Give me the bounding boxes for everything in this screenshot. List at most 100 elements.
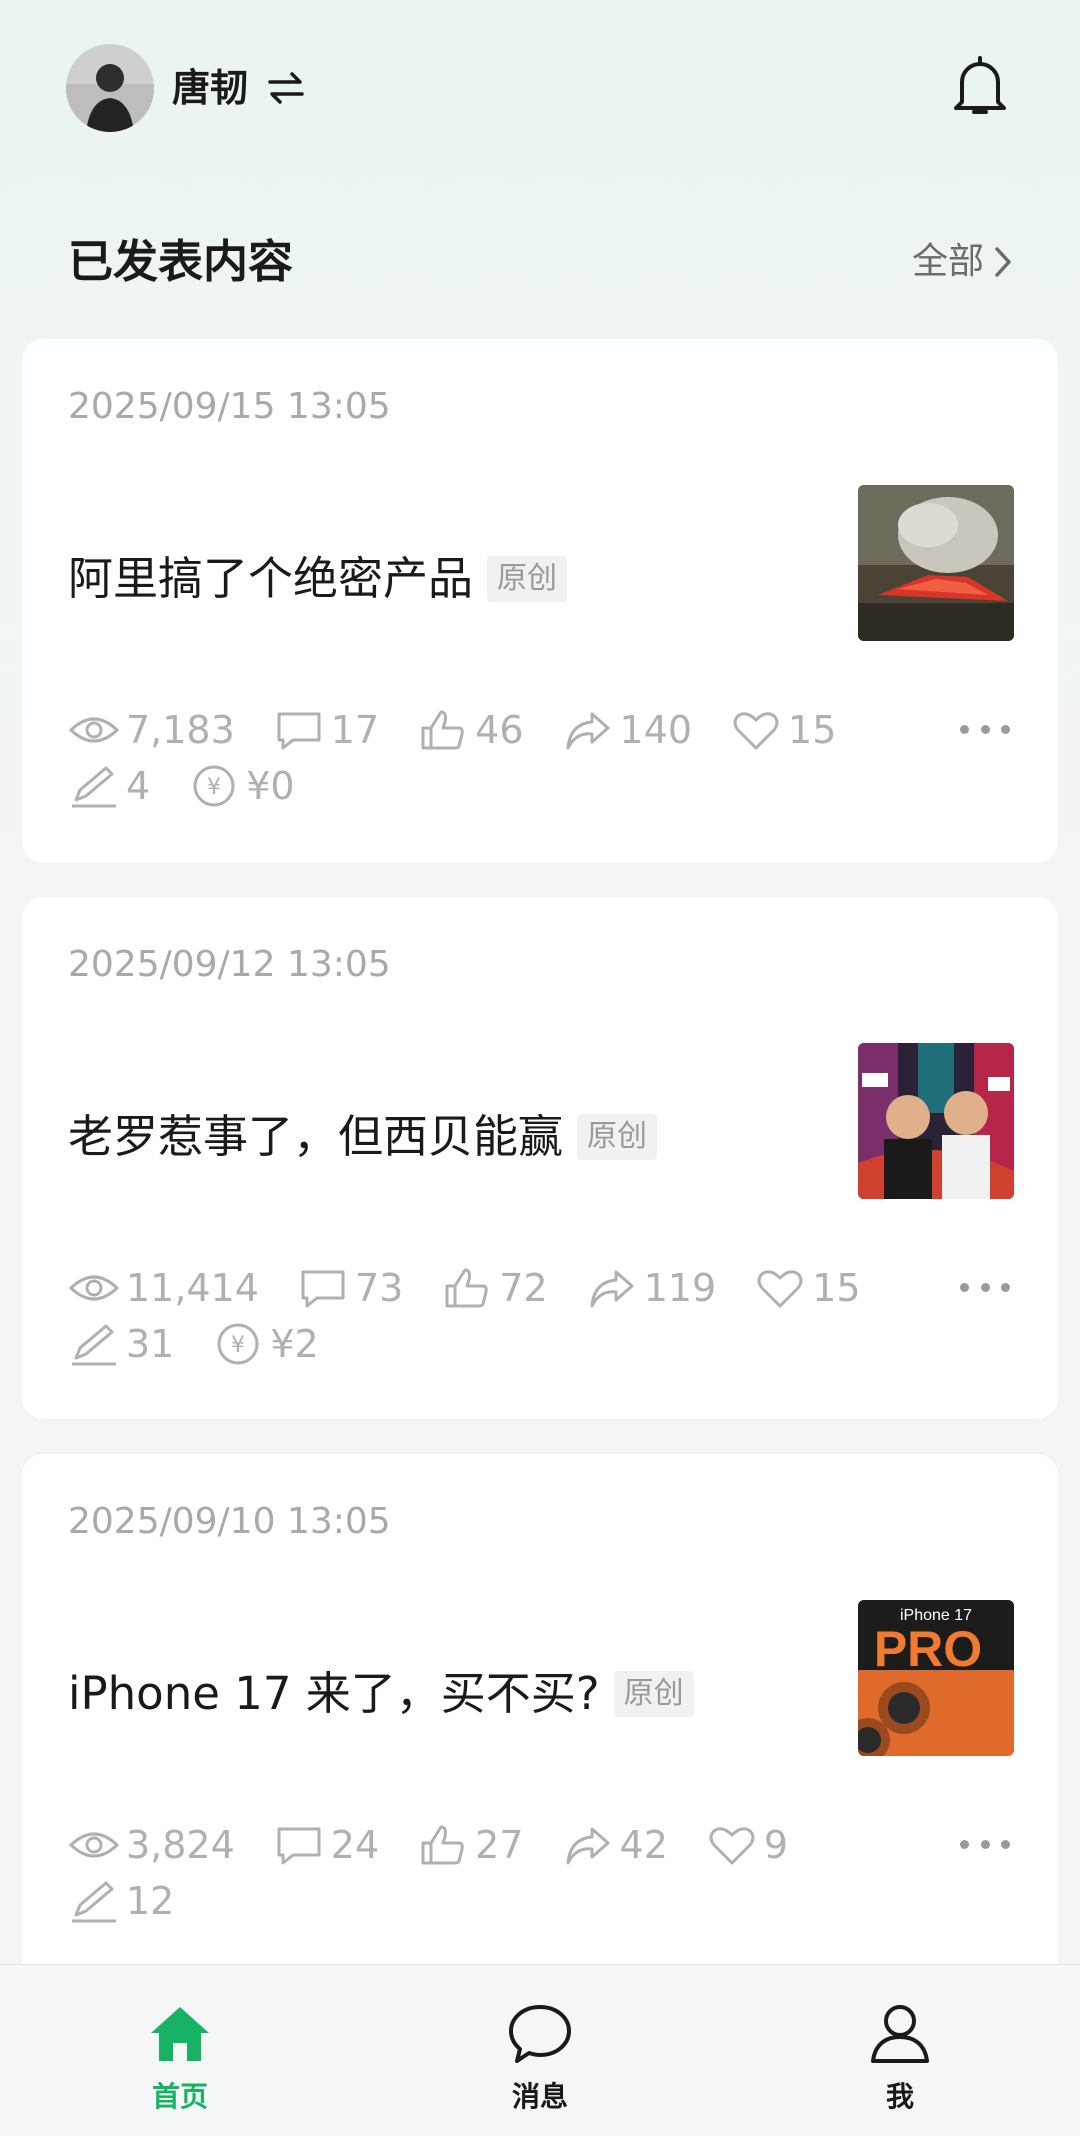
tab-me[interactable]: 我 bbox=[820, 1965, 980, 2136]
bell-icon[interactable] bbox=[952, 54, 1008, 118]
shares-stat: 119 bbox=[586, 1263, 717, 1313]
edits-count: 12 bbox=[126, 1879, 175, 1923]
likes-stat: 27 bbox=[417, 1820, 524, 1870]
thumbs-up-icon bbox=[445, 1268, 489, 1308]
post-date: 2025/09/12 13:05 bbox=[68, 944, 391, 985]
views-stat: 3,824 bbox=[68, 1820, 235, 1870]
edits-stat: 12 bbox=[68, 1876, 174, 1926]
section-title: 已发表内容 bbox=[68, 235, 294, 288]
views-count: 7,183 bbox=[126, 708, 235, 752]
edits-count: 4 bbox=[126, 764, 151, 808]
heart-icon bbox=[733, 712, 779, 750]
comment-icon bbox=[277, 1827, 321, 1865]
share-arrow-icon bbox=[590, 1270, 634, 1308]
tab-home-label: 首页 bbox=[151, 2080, 208, 2113]
likes-stat: 46 bbox=[417, 705, 524, 755]
post-card[interactable]: 2025/09/15 13:05 阿里搞了个绝密产品 原创 7,183 17 4… bbox=[22, 339, 1058, 863]
post-date: 2025/09/15 13:05 bbox=[68, 386, 391, 427]
shares-count: 42 bbox=[619, 1823, 668, 1867]
thumb-text-big: PRO bbox=[874, 1621, 982, 1677]
heart-icon bbox=[709, 1827, 755, 1865]
svg-text:¥: ¥ bbox=[231, 1333, 245, 1358]
likes-stat: 72 bbox=[441, 1263, 548, 1313]
switch-account-icon[interactable] bbox=[266, 66, 306, 110]
comments-stat: 17 bbox=[273, 705, 379, 755]
shares-stat: 140 bbox=[562, 705, 693, 755]
profile-header: 唐韧 bbox=[0, 0, 1080, 180]
message-bubble-icon bbox=[509, 2005, 571, 2063]
bottom-tab-bar: 首页 消息 我 bbox=[0, 1964, 1080, 2136]
shares-count: 119 bbox=[643, 1266, 717, 1310]
post-card[interactable]: 2025/09/12 13:05 老罗惹事了，但西贝能赢 原创 11,414 7… bbox=[22, 897, 1058, 1419]
comment-icon bbox=[277, 712, 321, 750]
earnings-stat: ¥ ¥2 bbox=[212, 1319, 319, 1369]
heart-icon bbox=[757, 1270, 803, 1308]
post-thumbnail[interactable]: iPhone 17 PRO bbox=[858, 1600, 1014, 1756]
views-count: 3,824 bbox=[126, 1823, 235, 1867]
pencil-icon bbox=[72, 1881, 116, 1923]
view-all-link[interactable]: 全部 bbox=[912, 236, 1014, 288]
volcano-image bbox=[858, 485, 1014, 641]
view-all-label: 全部 bbox=[911, 241, 984, 282]
eye-icon bbox=[68, 1275, 120, 1301]
more-options-icon[interactable] bbox=[960, 1824, 1010, 1864]
favorites-count: 15 bbox=[812, 1266, 861, 1310]
likes-count: 27 bbox=[475, 1823, 524, 1867]
tab-messages-label: 消息 bbox=[511, 2080, 568, 2113]
yuan-coin-icon: ¥ bbox=[217, 1323, 259, 1365]
views-count: 11,414 bbox=[126, 1266, 259, 1310]
shares-stat: 42 bbox=[562, 1820, 668, 1870]
post-title[interactable]: 老罗惹事了，但西贝能赢 bbox=[68, 1107, 563, 1167]
tab-messages[interactable]: 消息 bbox=[460, 1965, 620, 2136]
username[interactable]: 唐韧 bbox=[172, 62, 248, 114]
comments-count: 73 bbox=[354, 1266, 404, 1310]
illustration-image bbox=[858, 1043, 1014, 1199]
pencil-icon bbox=[72, 766, 116, 808]
edits-stat: 31 bbox=[68, 1319, 174, 1369]
avatar[interactable] bbox=[66, 44, 154, 132]
avatar-image bbox=[66, 44, 154, 132]
post-date: 2025/09/10 13:05 bbox=[68, 1501, 391, 1542]
earnings-amount: ¥2 bbox=[270, 1322, 319, 1366]
person-icon bbox=[871, 2005, 929, 2063]
earnings-stat: ¥ ¥0 bbox=[188, 761, 295, 811]
pencil-icon bbox=[72, 1324, 116, 1366]
edits-stat: 4 bbox=[68, 761, 150, 811]
original-badge: 原创 bbox=[613, 1671, 694, 1717]
original-badge: 原创 bbox=[577, 1114, 658, 1160]
post-card[interactable]: 2025/09/10 13:05 iPhone 17 来了，买不买? 原创 iP… bbox=[22, 1454, 1058, 1994]
post-title[interactable]: iPhone 17 来了，买不买? bbox=[68, 1664, 600, 1724]
eye-icon bbox=[68, 717, 120, 743]
comments-stat: 24 bbox=[273, 1820, 379, 1870]
more-options-icon[interactable] bbox=[960, 1267, 1010, 1307]
favorites-stat: 15 bbox=[754, 1263, 861, 1313]
earnings-amount: ¥0 bbox=[246, 764, 295, 808]
comments-count: 17 bbox=[330, 708, 380, 752]
likes-count: 72 bbox=[499, 1266, 548, 1310]
edits-count: 31 bbox=[126, 1322, 175, 1366]
tab-home[interactable]: 首页 bbox=[100, 1965, 260, 2136]
home-icon bbox=[151, 2007, 209, 2061]
favorites-stat: 15 bbox=[730, 705, 836, 755]
views-stat: 7,183 bbox=[68, 705, 235, 755]
iphone-promo-image: iPhone 17 PRO bbox=[858, 1600, 1014, 1756]
thumbs-up-icon bbox=[421, 710, 464, 750]
more-options-icon[interactable] bbox=[960, 709, 1010, 749]
chevron-right-icon bbox=[995, 247, 1011, 277]
tab-me-label: 我 bbox=[885, 2080, 914, 2113]
original-badge: 原创 bbox=[487, 556, 568, 602]
post-thumbnail[interactable] bbox=[858, 1043, 1014, 1199]
shares-count: 140 bbox=[619, 708, 693, 752]
comments-stat: 73 bbox=[297, 1263, 403, 1313]
share-arrow-icon bbox=[566, 712, 610, 750]
post-thumbnail[interactable] bbox=[858, 485, 1014, 641]
yuan-coin-icon: ¥ bbox=[193, 765, 235, 807]
favorites-count: 9 bbox=[763, 1823, 789, 1867]
favorites-stat: 9 bbox=[706, 1820, 788, 1870]
thumbs-up-icon bbox=[421, 1825, 464, 1865]
favorites-count: 15 bbox=[788, 708, 837, 752]
comments-count: 24 bbox=[330, 1823, 380, 1867]
comment-icon bbox=[301, 1270, 345, 1308]
post-title[interactable]: 阿里搞了个绝密产品 bbox=[68, 549, 473, 609]
views-stat: 11,414 bbox=[68, 1263, 259, 1313]
